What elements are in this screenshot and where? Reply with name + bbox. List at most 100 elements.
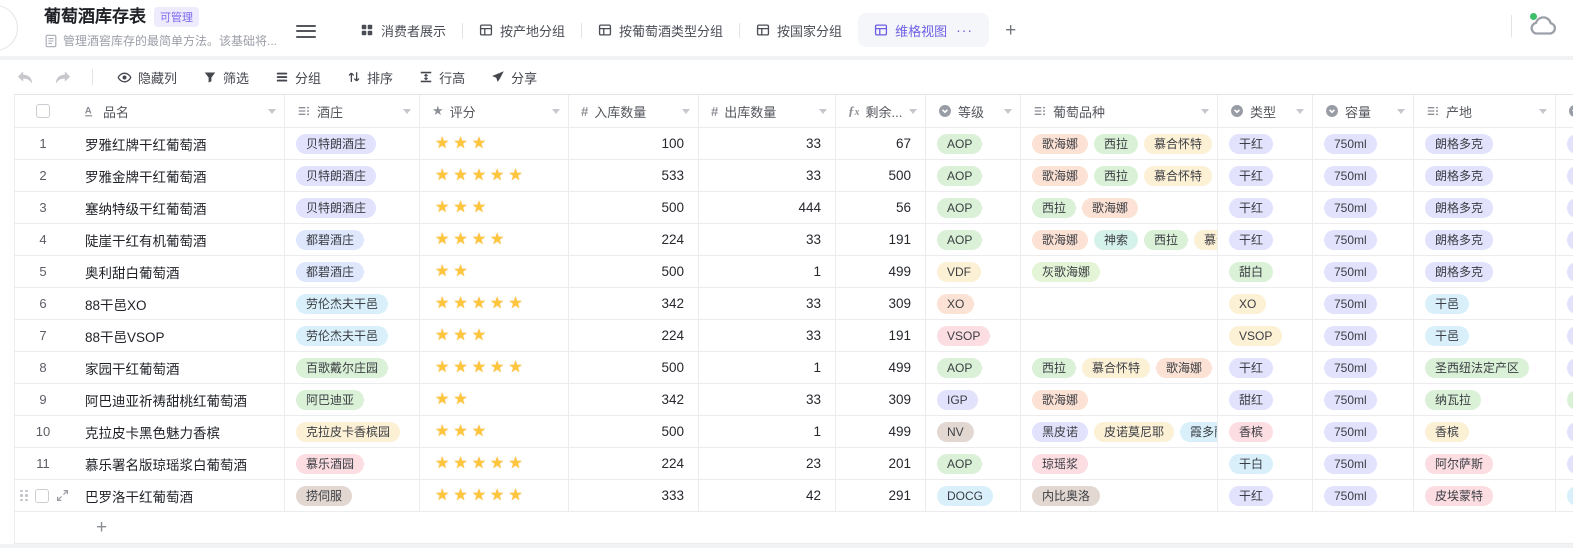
cell-type[interactable]: 甜白	[1218, 256, 1313, 287]
cell-rating[interactable]: ★★★	[420, 192, 569, 223]
cell-remaining[interactable]: 201	[836, 448, 926, 479]
column-header-winery[interactable]: 酒庄	[285, 95, 420, 127]
cell-winery[interactable]: 贝特朗酒庄	[285, 160, 420, 191]
undo-button[interactable]	[16, 70, 35, 85]
cell-region[interactable]: 朗格多克	[1414, 160, 1556, 191]
cell-region[interactable]: 圣西纽法定产区	[1414, 352, 1556, 383]
select-all-checkbox[interactable]	[36, 104, 50, 118]
view-tab-5[interactable]: 维格视图···	[858, 13, 989, 47]
avatar[interactable]: 星	[1466, 11, 1496, 41]
cell-grade[interactable]: VDF	[926, 256, 1021, 287]
row-number-cell[interactable]: 1	[15, 128, 71, 159]
cell-rating[interactable]: ★★	[420, 384, 569, 415]
cell-grade[interactable]: DOCG	[926, 480, 1021, 511]
cell-grapes[interactable]: 内比奥洛	[1021, 480, 1218, 511]
column-dropdown-icon[interactable]	[1004, 109, 1012, 114]
cell-region[interactable]: 阿尔萨斯	[1414, 448, 1556, 479]
cell-winery[interactable]: 阿巴迪亚	[285, 384, 420, 415]
column-header-name[interactable]: A品名	[71, 95, 285, 127]
cell-volume[interactable]: 750ml	[1313, 224, 1414, 255]
cell-volume[interactable]: 750ml	[1313, 320, 1414, 351]
sync-status-icon[interactable]	[1527, 14, 1559, 38]
cell-remaining[interactable]: 56	[836, 192, 926, 223]
cell-out_qty[interactable]: 33	[699, 384, 836, 415]
column-header-region[interactable]: 产地	[1414, 95, 1556, 127]
cell-name[interactable]: 奥利甜白葡萄酒	[71, 256, 285, 287]
cell-winery[interactable]: 克拉皮卡香槟园	[285, 416, 420, 447]
cell-name[interactable]: 家园干红葡萄酒	[71, 352, 285, 383]
cell-in_qty[interactable]: 500	[569, 352, 699, 383]
cell-region[interactable]: 朗格多克	[1414, 256, 1556, 287]
add-row-button[interactable]: +	[15, 512, 1573, 544]
cell-name[interactable]: 巴罗洛干红葡萄酒	[71, 480, 285, 511]
column-dropdown-icon[interactable]	[1201, 109, 1209, 114]
column-dropdown-icon[interactable]	[1296, 109, 1304, 114]
cell-type[interactable]: 干红	[1218, 480, 1313, 511]
cell-grapes[interactable]: 西拉歌海娜	[1021, 192, 1218, 223]
cell-type[interactable]: 干红	[1218, 224, 1313, 255]
cell-remaining[interactable]: 499	[836, 352, 926, 383]
cell-in_qty[interactable]: 500	[569, 256, 699, 287]
cell-grapes[interactable]: 歌海娜神索西拉慕合怀特	[1021, 224, 1218, 255]
cell-out_qty[interactable]: 1	[699, 352, 836, 383]
cell-out_qty[interactable]: 33	[699, 224, 836, 255]
cell-out_qty[interactable]: 33	[699, 320, 836, 351]
cell-grapes[interactable]: 歌海娜西拉慕合怀特	[1021, 160, 1218, 191]
column-dropdown-icon[interactable]	[403, 109, 411, 114]
column-header-volume[interactable]: 容量	[1313, 95, 1414, 127]
cell-grapes[interactable]	[1021, 288, 1218, 319]
cell-grapes[interactable]: 歌海娜西拉慕合怀特	[1021, 128, 1218, 159]
toolbar-button-sort[interactable]: 排序	[347, 68, 393, 87]
cell-in_qty[interactable]: 342	[569, 384, 699, 415]
cell-rating[interactable]: ★★★	[420, 416, 569, 447]
cell-volume[interactable]: 750ml	[1313, 160, 1414, 191]
cell-grapes[interactable]: 琼瑶浆	[1021, 448, 1218, 479]
toolbar-button-row-height[interactable]: 行高	[419, 68, 465, 87]
column-header-type[interactable]: 类型	[1218, 95, 1313, 127]
cell-out_qty[interactable]: 1	[699, 256, 836, 287]
cell-grade[interactable]: IGP	[926, 384, 1021, 415]
cell-grapes[interactable]: 黑皮诺皮诺莫尼耶霞多丽	[1021, 416, 1218, 447]
cell-volume[interactable]: 750ml	[1313, 480, 1414, 511]
cell-region[interactable]: 朗格多克	[1414, 224, 1556, 255]
drag-handle-icon[interactable]	[20, 490, 28, 502]
cell-country[interactable]: 法国	[1556, 320, 1573, 351]
cell-type[interactable]: 干红	[1218, 128, 1313, 159]
cell-name[interactable]: 88干邑XO	[71, 288, 285, 319]
cell-remaining[interactable]: 309	[836, 288, 926, 319]
cell-in_qty[interactable]: 100	[569, 128, 699, 159]
cell-rating[interactable]: ★★★★★	[420, 288, 569, 319]
cell-country[interactable]: 法国	[1556, 160, 1573, 191]
row-number-cell[interactable]: 11	[15, 448, 71, 479]
cell-remaining[interactable]: 67	[836, 128, 926, 159]
column-header-grade[interactable]: 等级	[926, 95, 1021, 127]
cell-grade[interactable]: AOP	[926, 192, 1021, 223]
cell-remaining[interactable]: 309	[836, 384, 926, 415]
cell-grade[interactable]: AOP	[926, 352, 1021, 383]
cell-name[interactable]: 陡崖干红有机葡萄酒	[71, 224, 285, 255]
cell-winery[interactable]: 劳伦杰夫干邑	[285, 288, 420, 319]
row-number-cell[interactable]: 3	[15, 192, 71, 223]
cell-volume[interactable]: 750ml	[1313, 352, 1414, 383]
cell-type[interactable]: VSOP	[1218, 320, 1313, 351]
row-number-cell[interactable]: 6	[15, 288, 71, 319]
cell-type[interactable]: 干红	[1218, 160, 1313, 191]
column-dropdown-icon[interactable]	[909, 109, 917, 114]
column-header-grapes[interactable]: 葡萄品种	[1021, 95, 1218, 127]
expand-record-icon[interactable]	[56, 489, 69, 502]
cell-winery[interactable]: 百歌戴尔庄园	[285, 352, 420, 383]
cell-volume[interactable]: 750ml	[1313, 128, 1414, 159]
cell-grade[interactable]: VSOP	[926, 320, 1021, 351]
row-number-cell[interactable]: 8	[15, 352, 71, 383]
cell-country[interactable]: 意大利	[1556, 480, 1573, 511]
cell-type[interactable]: 香槟	[1218, 416, 1313, 447]
cell-name[interactable]: 罗雅金牌干红葡萄酒	[71, 160, 285, 191]
cell-type[interactable]: 甜红	[1218, 384, 1313, 415]
cell-country[interactable]: 法国	[1556, 128, 1573, 159]
cell-winery[interactable]: 都碧酒庄	[285, 224, 420, 255]
toolbar-button-filter[interactable]: 筛选	[203, 68, 249, 87]
toolbar-button-eye[interactable]: 隐藏列	[117, 68, 177, 87]
column-dropdown-icon[interactable]	[552, 109, 560, 114]
column-dropdown-icon[interactable]	[1397, 109, 1405, 114]
cell-country[interactable]: 法国	[1556, 256, 1573, 287]
